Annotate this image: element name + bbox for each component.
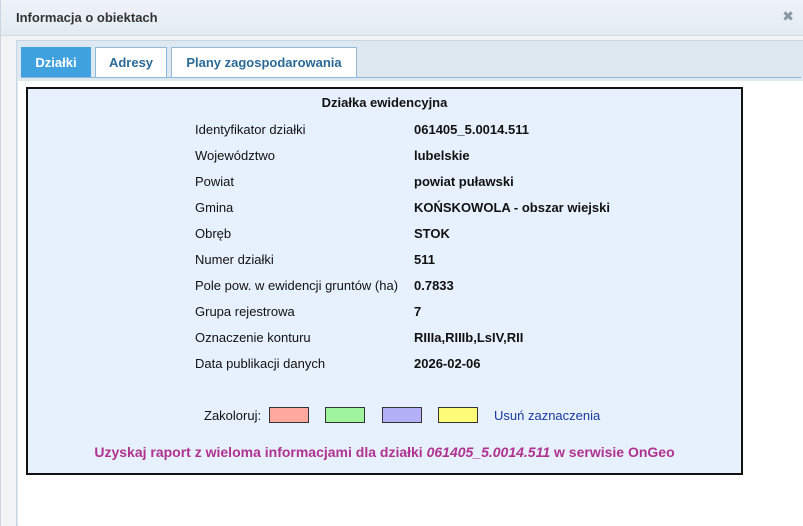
detail-value: KOŃSKOWOLA - obszar wiejski xyxy=(414,200,610,215)
detail-value: 2026-02-06 xyxy=(414,356,481,371)
section-heading: Działka ewidencyjna xyxy=(321,95,448,110)
detail-label: Oznaczenie konturu xyxy=(195,330,311,345)
detail-label: Grupa rejestrowa xyxy=(195,304,295,319)
detail-label: Obręb xyxy=(195,226,232,241)
color-swatch-violet[interactable] xyxy=(382,407,422,423)
tab-plany-zagospodarowania[interactable]: Plany zagospodarowania xyxy=(171,47,357,77)
clear-selection-link[interactable]: Usuń zaznaczenia xyxy=(494,408,600,423)
object-info-dialog: Informacja o obiektach ✖ Działki Adresy … xyxy=(0,0,803,526)
close-icon[interactable]: ✖ xyxy=(782,8,794,25)
parcel-details-box: Działka ewidencyjna Identyfikator działk… xyxy=(26,87,743,475)
detail-value: powiat puławski xyxy=(414,174,514,189)
detail-value: RIIIa,RIIIb,LsIV,RII xyxy=(414,330,524,345)
report-suffix: w serwisie OnGeo xyxy=(550,444,675,460)
color-swatch-green[interactable] xyxy=(325,407,365,423)
report-prefix: Uzyskaj raport z wieloma informacjami dl… xyxy=(94,444,427,460)
color-swatch-yellow[interactable] xyxy=(438,407,478,423)
detail-value: 7 xyxy=(414,304,422,319)
colorize-label: Zakoloruj: xyxy=(204,408,262,423)
tab-divider xyxy=(21,77,801,78)
report-parcel-id: 061405_5.0014.511 xyxy=(426,444,551,460)
detail-value: 511 xyxy=(414,252,435,267)
detail-value: STOK xyxy=(414,226,450,241)
tab-panel: Działki Adresy Plany zagospodarowania Dz… xyxy=(16,40,803,526)
detail-value: 0.7833 xyxy=(414,278,454,293)
detail-label: Pole pow. w ewidencji gruntów (ha) xyxy=(195,278,399,293)
detail-label: Data publikacji danych xyxy=(195,356,326,371)
detail-label: Powiat xyxy=(195,174,235,189)
detail-label: Identyfikator działki xyxy=(195,122,306,137)
tab-dzialki[interactable]: Działki xyxy=(21,47,91,77)
color-swatch-red[interactable] xyxy=(269,407,309,423)
detail-value: lubelskie xyxy=(414,148,470,163)
detail-label: Gmina xyxy=(195,200,234,215)
ongeo-report-link[interactable]: Uzyskaj raport z wieloma informacjami dl… xyxy=(28,444,741,460)
dialog-titlebar: Informacja o obiektach ✖ xyxy=(1,0,803,36)
detail-label: Numer działki xyxy=(195,252,274,267)
dialog-title: Informacja o obiektach xyxy=(16,10,158,25)
detail-label: Województwo xyxy=(195,148,275,163)
detail-value: 061405_5.0014.511 xyxy=(414,122,529,137)
tab-adresy[interactable]: Adresy xyxy=(95,47,167,77)
